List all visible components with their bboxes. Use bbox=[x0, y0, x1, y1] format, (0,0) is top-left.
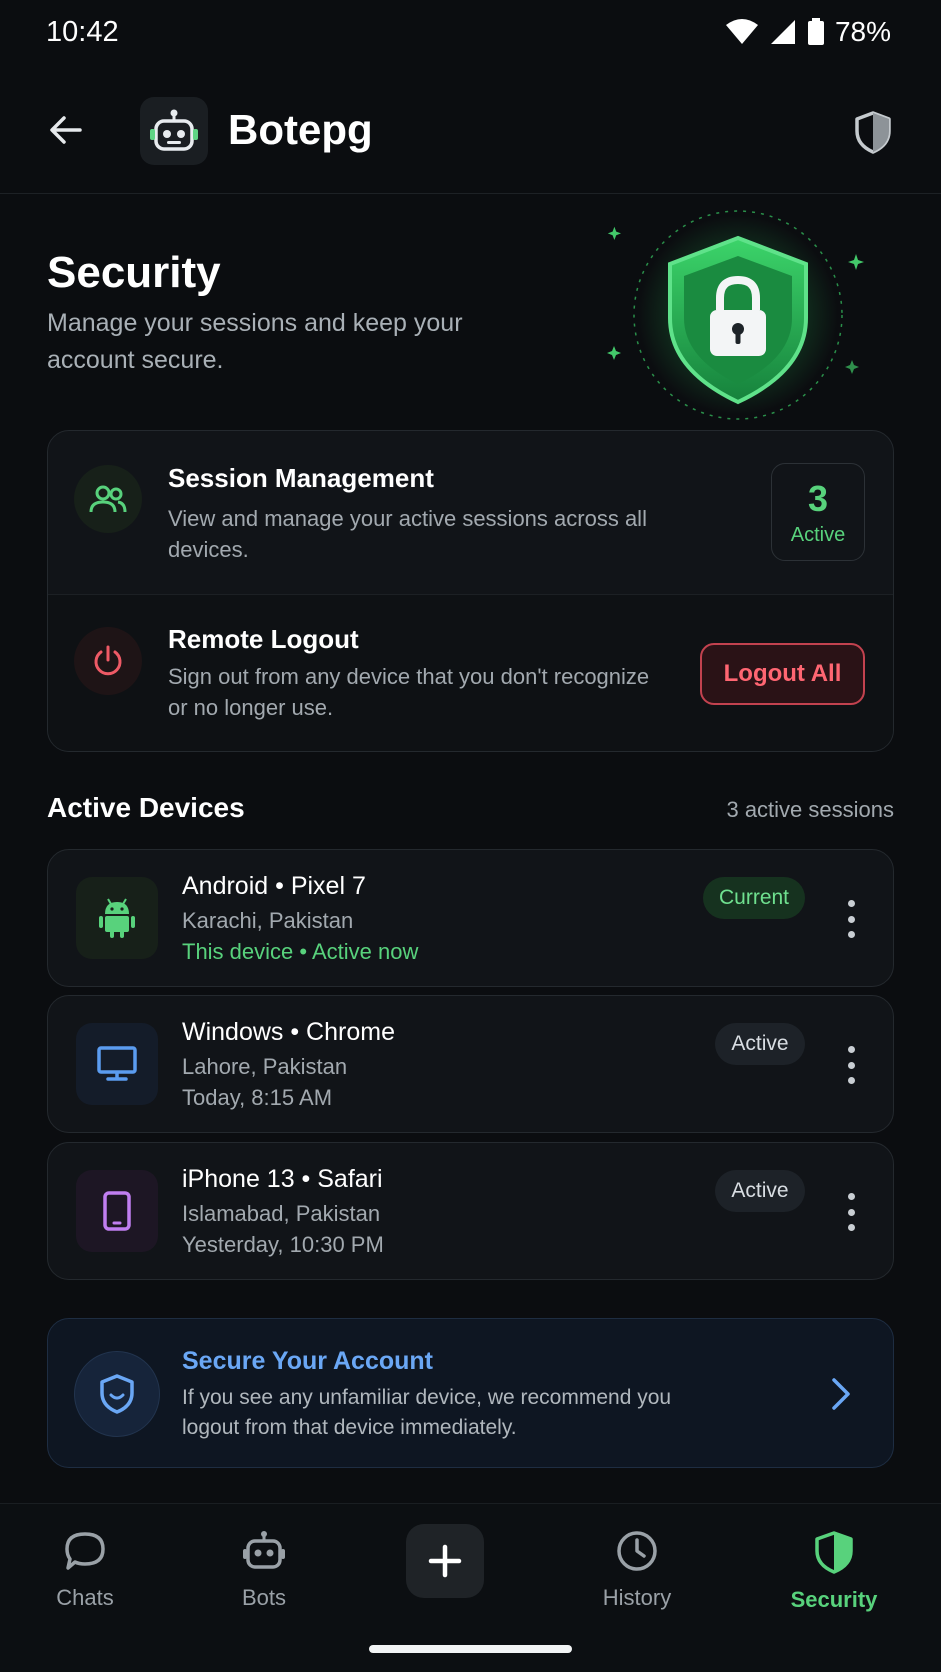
device-last-active: Yesterday, 10:30 PM bbox=[182, 1232, 384, 1257]
bottom-navigation: Chats Bots History Security bbox=[0, 1503, 941, 1672]
status-time: 10:42 bbox=[46, 16, 119, 48]
secure-account-banner[interactable]: Secure Your Account If you see any unfam… bbox=[47, 1318, 894, 1468]
session-management-title: Session Management bbox=[168, 463, 434, 493]
nav-label: Security bbox=[790, 1587, 878, 1612]
more-options-icon[interactable] bbox=[845, 1193, 857, 1231]
nav-item-bots[interactable]: Bots bbox=[194, 1530, 334, 1611]
chevron-right-icon[interactable] bbox=[829, 1375, 853, 1413]
shield-icon[interactable] bbox=[853, 110, 893, 154]
session-management-description: View and manage your active sessions acr… bbox=[168, 506, 647, 562]
home-indicator[interactable] bbox=[369, 1645, 572, 1653]
nav-label: History bbox=[602, 1585, 672, 1610]
bot-icon bbox=[150, 109, 198, 151]
app-logo bbox=[140, 97, 208, 165]
device-last-active: Today, 8:15 AM bbox=[182, 1085, 333, 1110]
more-options-icon[interactable] bbox=[845, 900, 857, 938]
device-location: Islamabad, Pakistan bbox=[182, 1201, 381, 1226]
device-location: Karachi, Pakistan bbox=[182, 908, 354, 933]
device-card-android[interactable]: Android • Pixel 7 Karachi, Pakistan This… bbox=[47, 849, 894, 987]
active-count-number: 3 bbox=[807, 478, 829, 519]
power-icon bbox=[74, 627, 142, 695]
phone-icon bbox=[76, 1170, 158, 1252]
secure-account-description: If you see any unfamiliar device, we rec… bbox=[182, 1386, 672, 1439]
nav-item-history[interactable]: History bbox=[567, 1530, 707, 1611]
active-count-label: Active bbox=[790, 524, 846, 546]
nav-label: Chats bbox=[56, 1585, 114, 1610]
active-badge: Active bbox=[715, 1023, 805, 1065]
status-icons: 78% bbox=[725, 16, 891, 48]
wifi-icon bbox=[725, 19, 758, 44]
page-subtitle: Manage your sessions and keep your accou… bbox=[47, 309, 463, 374]
security-settings-card: Session Management View and manage your … bbox=[47, 430, 894, 752]
nav-item-security[interactable]: Security bbox=[764, 1530, 904, 1613]
chat-icon bbox=[65, 1532, 105, 1570]
monitor-icon bbox=[76, 1023, 158, 1105]
active-session-count: 3 Active bbox=[771, 463, 865, 561]
signal-icon bbox=[770, 20, 795, 44]
nav-label: Bots bbox=[241, 1585, 287, 1610]
secure-account-title: Secure Your Account bbox=[182, 1347, 433, 1375]
logout-all-button[interactable]: Logout All bbox=[700, 643, 865, 705]
remote-logout-description: Sign out from any device that you don't … bbox=[168, 664, 650, 720]
bot-icon bbox=[243, 1531, 285, 1569]
back-arrow-icon[interactable] bbox=[46, 110, 86, 150]
device-location: Lahore, Pakistan bbox=[182, 1054, 348, 1079]
device-name: iPhone 13 • Safari bbox=[182, 1165, 383, 1193]
page-title: Security bbox=[47, 248, 221, 297]
status-bar: 10:42 78% bbox=[0, 0, 941, 66]
current-device-badge: Current bbox=[703, 877, 805, 919]
top-app-bar: Botepg bbox=[0, 66, 941, 194]
shield-icon bbox=[74, 1351, 160, 1437]
active-badge: Active bbox=[715, 1170, 805, 1212]
device-card-windows[interactable]: Windows • Chrome Lahore, Pakistan Today,… bbox=[47, 995, 894, 1133]
remote-logout-title: Remote Logout bbox=[168, 624, 359, 654]
remote-logout-row: Remote Logout Sign out from any device t… bbox=[48, 594, 893, 751]
security-shield-illustration bbox=[607, 210, 864, 420]
nav-item-chats[interactable]: Chats bbox=[15, 1530, 155, 1611]
active-sessions-count: 3 active sessions bbox=[726, 797, 894, 822]
device-name: Android • Pixel 7 bbox=[182, 872, 366, 900]
shield-icon bbox=[815, 1531, 853, 1574]
more-options-icon[interactable] bbox=[845, 1046, 857, 1084]
android-icon bbox=[76, 877, 158, 959]
battery-percent: 78% bbox=[834, 16, 891, 47]
device-name: Windows • Chrome bbox=[182, 1018, 395, 1046]
device-card-iphone[interactable]: iPhone 13 • Safari Islamabad, Pakistan Y… bbox=[47, 1142, 894, 1280]
history-icon bbox=[617, 1531, 657, 1571]
session-management-row[interactable]: Session Management View and manage your … bbox=[48, 431, 893, 594]
active-devices-title: Active Devices bbox=[47, 792, 245, 823]
users-icon bbox=[74, 465, 142, 533]
battery-icon bbox=[807, 18, 824, 45]
device-status: This device • Active now bbox=[182, 939, 419, 964]
add-button[interactable] bbox=[406, 1524, 484, 1598]
plus-icon bbox=[428, 1544, 462, 1578]
app-title: Botepg bbox=[228, 106, 373, 153]
